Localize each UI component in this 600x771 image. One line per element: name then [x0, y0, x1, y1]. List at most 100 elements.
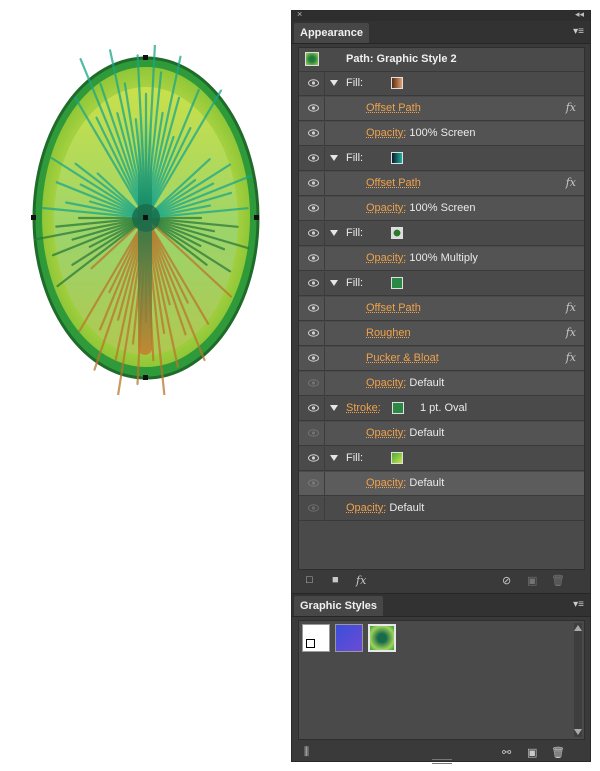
- effect-link[interactable]: Offset Path: [366, 102, 421, 114]
- eye-icon[interactable]: [308, 454, 319, 462]
- duplicate-item-icon[interactable]: ▣: [527, 574, 537, 587]
- appearance-row[interactable]: Opacity: 100% Multiply: [299, 247, 584, 271]
- disclosure-triangle-icon[interactable]: [330, 80, 338, 86]
- graphic-style-2[interactable]: [368, 624, 396, 652]
- clear-appearance-icon[interactable]: ⊘: [502, 574, 511, 587]
- appearance-row[interactable]: Offset Path fx: [299, 172, 584, 196]
- appearance-row[interactable]: Opacity: 100% Screen: [299, 197, 584, 221]
- add-new-fill-icon[interactable]: ■: [332, 574, 339, 586]
- opacity-link[interactable]: Opacity:: [366, 127, 406, 139]
- tab-appearance[interactable]: Appearance: [294, 23, 369, 43]
- opacity-link[interactable]: Opacity:: [366, 377, 406, 389]
- add-new-stroke-icon[interactable]: □: [306, 574, 313, 586]
- eye-icon[interactable]: [308, 154, 319, 162]
- disclosure-triangle-icon[interactable]: [330, 280, 338, 286]
- eye-icon[interactable]: [308, 379, 319, 387]
- visibility-toggle[interactable]: [299, 397, 325, 421]
- style-libraries-icon[interactable]: ⫼: [304, 746, 309, 759]
- visibility-toggle[interactable]: [299, 447, 325, 471]
- close-icon[interactable]: ×: [297, 9, 302, 19]
- artwork-oval[interactable]: [20, 45, 280, 395]
- visibility-toggle[interactable]: [299, 322, 325, 346]
- eye-icon[interactable]: [308, 404, 319, 412]
- visibility-toggle[interactable]: [299, 247, 325, 271]
- visibility-toggle[interactable]: [299, 147, 325, 171]
- new-graphic-style-icon[interactable]: ▣: [527, 746, 537, 759]
- opacity-link[interactable]: Opacity:: [346, 502, 386, 514]
- panel-menu-icon[interactable]: ▾≡: [573, 26, 584, 37]
- graphic-style-blue[interactable]: [335, 624, 363, 652]
- effect-link[interactable]: Roughen: [366, 327, 411, 339]
- graphic-style-default[interactable]: [302, 624, 330, 652]
- appearance-row[interactable]: Stroke: 1 pt. Oval: [299, 397, 584, 421]
- disclosure-triangle-icon[interactable]: [330, 155, 338, 161]
- visibility-toggle[interactable]: [299, 272, 325, 296]
- eye-icon[interactable]: [308, 254, 319, 262]
- visibility-toggle[interactable]: [299, 72, 325, 96]
- eye-icon[interactable]: [308, 179, 319, 187]
- eye-icon[interactable]: [308, 354, 319, 362]
- appearance-row[interactable]: Fill:: [299, 72, 584, 96]
- fill-swatch-icon[interactable]: [391, 277, 403, 289]
- appearance-row[interactable]: Opacity: 100% Screen: [299, 122, 584, 146]
- appearance-header-row[interactable]: Path: Graphic Style 2: [299, 48, 584, 72]
- visibility-toggle[interactable]: [299, 97, 325, 121]
- eye-icon[interactable]: [308, 204, 319, 212]
- appearance-row[interactable]: Fill:: [299, 147, 584, 171]
- effect-link[interactable]: Offset Path: [366, 302, 421, 314]
- opacity-link[interactable]: Opacity:: [366, 202, 406, 214]
- eye-icon[interactable]: [308, 129, 319, 137]
- appearance-row[interactable]: Pucker & Bloat fx: [299, 347, 584, 371]
- visibility-toggle[interactable]: [299, 222, 325, 246]
- eye-icon[interactable]: [308, 504, 319, 512]
- collapse-icon[interactable]: ◂◂: [575, 9, 584, 20]
- break-link-icon[interactable]: ⚯: [502, 746, 511, 759]
- opacity-link[interactable]: Opacity:: [366, 252, 406, 264]
- fill-swatch-icon[interactable]: [391, 452, 403, 464]
- scroll-down-icon[interactable]: [574, 729, 582, 735]
- graphic-styles-scrollbar[interactable]: [574, 623, 582, 737]
- visibility-toggle[interactable]: [299, 172, 325, 196]
- fill-swatch-icon[interactable]: [391, 227, 403, 239]
- appearance-row[interactable]: Opacity: Default: [299, 472, 584, 496]
- eye-icon[interactable]: [308, 279, 319, 287]
- tab-graphic-styles[interactable]: Graphic Styles: [294, 596, 384, 616]
- visibility-toggle[interactable]: [299, 372, 325, 396]
- visibility-toggle[interactable]: [299, 197, 325, 221]
- eye-icon[interactable]: [308, 104, 319, 112]
- visibility-toggle[interactable]: [299, 347, 325, 371]
- appearance-row[interactable]: Fill:: [299, 272, 584, 296]
- appearance-row[interactable]: Fill:: [299, 222, 584, 246]
- disclosure-triangle-icon[interactable]: [330, 455, 338, 461]
- effect-link[interactable]: Pucker & Bloat: [366, 352, 439, 364]
- eye-icon[interactable]: [308, 429, 319, 437]
- fill-swatch-icon[interactable]: [391, 152, 403, 164]
- eye-icon[interactable]: [308, 229, 319, 237]
- stroke-label[interactable]: Stroke:: [346, 402, 381, 414]
- opacity-link[interactable]: Opacity:: [366, 477, 406, 489]
- appearance-row[interactable]: Opacity: Default: [299, 497, 584, 521]
- stroke-swatch-icon[interactable]: [392, 402, 404, 414]
- appearance-row[interactable]: Opacity: Default: [299, 422, 584, 446]
- graphic-styles-menu-icon[interactable]: ▾≡: [573, 599, 584, 610]
- visibility-toggle[interactable]: [299, 472, 325, 496]
- opacity-link[interactable]: Opacity:: [366, 427, 406, 439]
- visibility-toggle[interactable]: [299, 297, 325, 321]
- eye-icon[interactable]: [308, 479, 319, 487]
- delete-item-icon[interactable]: 🗑: [551, 574, 565, 587]
- resize-grip[interactable]: [432, 759, 452, 764]
- visibility-toggle[interactable]: [299, 122, 325, 146]
- appearance-row[interactable]: Offset Path fx: [299, 297, 584, 321]
- disclosure-triangle-icon[interactable]: [330, 230, 338, 236]
- appearance-row[interactable]: Offset Path fx: [299, 97, 584, 121]
- appearance-row[interactable]: Opacity: Default: [299, 372, 584, 396]
- add-effect-icon[interactable]: fx: [356, 574, 366, 587]
- disclosure-triangle-icon[interactable]: [330, 405, 338, 411]
- scroll-up-icon[interactable]: [574, 625, 582, 631]
- eye-icon[interactable]: [308, 304, 319, 312]
- delete-graphic-style-icon[interactable]: 🗑: [551, 746, 565, 759]
- eye-icon[interactable]: [308, 79, 319, 87]
- appearance-row[interactable]: Fill:: [299, 447, 584, 471]
- visibility-toggle[interactable]: [299, 422, 325, 446]
- visibility-toggle[interactable]: [299, 497, 325, 521]
